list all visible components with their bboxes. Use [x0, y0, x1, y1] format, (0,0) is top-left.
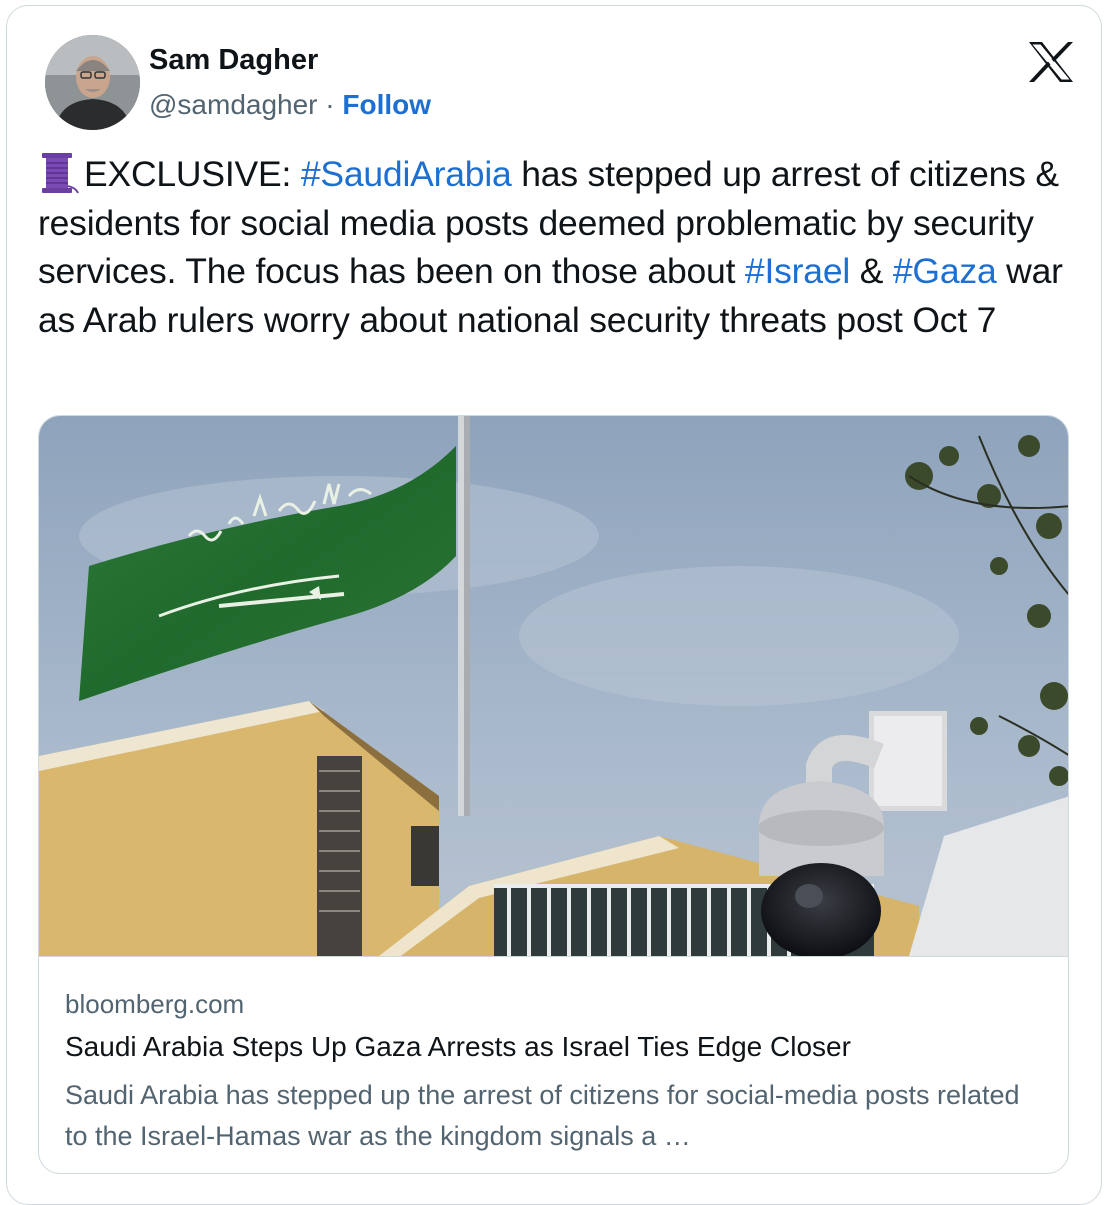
link-card-meta: bloomberg.com Saudi Arabia Steps Up Gaza… [39, 956, 1068, 1173]
author-handle-row: @samdagher · Follow [149, 89, 431, 121]
article-image[interactable] [39, 416, 1068, 956]
tweet-text-part-1: EXCLUSIVE: [84, 154, 301, 194]
hashtag-saudiarabia[interactable]: #SaudiArabia [301, 154, 512, 194]
thread-spool-icon [38, 152, 82, 194]
handle-separator: · [325, 89, 335, 120]
link-domain: bloomberg.com [65, 989, 245, 1019]
x-logo-icon[interactable] [1027, 40, 1075, 84]
link-description: Saudi Arabia has stepped up the arrest o… [65, 1080, 1020, 1151]
tweet-text: EXCLUSIVE: #SaudiArabia has stepped up a… [38, 150, 1078, 344]
follow-button[interactable]: Follow [342, 89, 431, 120]
link-headline[interactable]: Saudi Arabia Steps Up Gaza Arrests as Is… [65, 1031, 851, 1063]
author-handle[interactable]: @samdagher [149, 89, 318, 120]
author-name[interactable]: Sam Dagher [149, 44, 318, 77]
link-preview-card[interactable]: bloomberg.com Saudi Arabia Steps Up Gaza… [38, 415, 1069, 1174]
tweet-text-part-3: & [850, 251, 893, 291]
hashtag-gaza[interactable]: #Gaza [893, 251, 997, 291]
author-avatar[interactable] [45, 35, 140, 130]
hashtag-israel[interactable]: #Israel [745, 251, 850, 291]
